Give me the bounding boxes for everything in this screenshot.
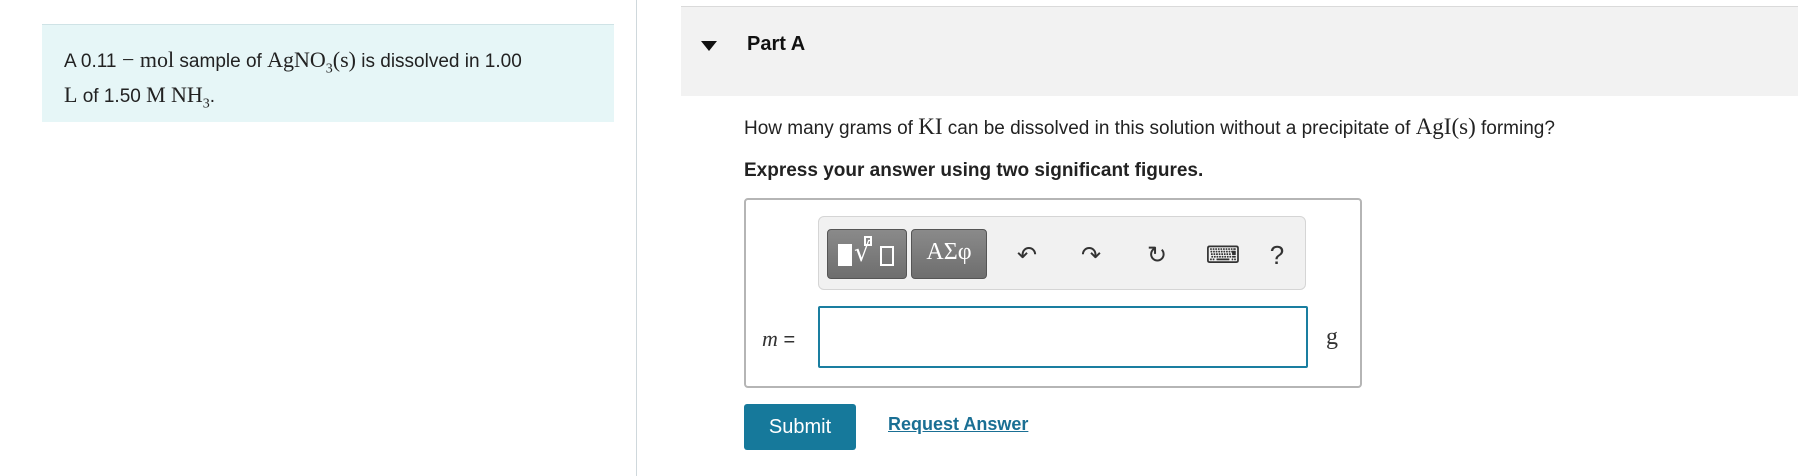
undo-icon[interactable]: ↶ (1011, 239, 1043, 271)
template-index-icon (864, 236, 872, 246)
answer-input[interactable] (818, 306, 1308, 368)
greek-symbols-button[interactable]: ΑΣφ (911, 229, 987, 279)
question-precipitate: AgI(s) (1415, 114, 1476, 139)
request-answer-link[interactable]: Request Answer (888, 414, 1028, 435)
answer-instruction: Express your answer using two significan… (744, 160, 1204, 181)
intro-text-mid3: of 1.50 (77, 86, 147, 108)
submit-button[interactable]: Submit (744, 404, 856, 450)
formula-nh3-sub: 3 (202, 96, 210, 112)
keyboard-icon[interactable]: ⌨ (1205, 239, 1241, 271)
problem-intro: A 0.11 − mol sample of AgNO3(s) is disso… (42, 24, 614, 122)
column-divider (636, 0, 637, 476)
variable-equals: = (777, 329, 796, 351)
question-text: How many grams of KI can be dissolved in… (744, 114, 1555, 140)
variable-label: m = (762, 326, 795, 352)
intro-unit-l: L (64, 82, 78, 108)
help-button[interactable]: ? (1261, 239, 1293, 271)
part-a-header[interactable]: Part A (681, 6, 1798, 96)
math-toolbar: √ ΑΣφ ↶ ↷ ↻ ⌨ ? (818, 216, 1306, 290)
question-compound: KI (918, 114, 943, 139)
intro-mol-unit: mol (139, 47, 175, 72)
intro-dash: − (116, 47, 140, 72)
question-post: forming? (1475, 118, 1555, 139)
template-box-icon (880, 246, 894, 266)
intro-unit-m: M (146, 82, 166, 108)
intro-end: . (209, 86, 216, 108)
formula-agno3-state: (s) (332, 47, 356, 72)
answer-box: √ ΑΣφ ↶ ↷ ↻ ⌨ ? m = g (744, 198, 1362, 388)
collapse-triangle-icon[interactable] (701, 41, 717, 51)
intro-formula-agno3: AgNO3(s) (267, 47, 356, 76)
redo-icon[interactable]: ↷ (1075, 239, 1107, 271)
intro-text-mid1: sample of (174, 51, 268, 72)
intro-text-mid2: is dissolved in 1.00 (355, 51, 522, 72)
intro-formula-nh3: NH3 (170, 82, 210, 111)
templates-button[interactable]: √ (827, 229, 907, 279)
answer-unit: g (1326, 324, 1338, 350)
variable-symbol: m (762, 326, 778, 351)
question-pre: How many grams of (744, 118, 919, 139)
part-title: Part A (747, 33, 806, 55)
question-mid: can be dissolved in this solution withou… (942, 118, 1416, 139)
formula-agno3-sub: 3 (325, 61, 333, 77)
reset-icon[interactable]: ↻ (1141, 239, 1173, 271)
formula-agno3-main: AgNO (267, 47, 326, 72)
intro-text-amount: A 0.11 (64, 51, 117, 72)
formula-nh3-main: NH (170, 82, 203, 108)
template-block-icon (838, 244, 852, 266)
